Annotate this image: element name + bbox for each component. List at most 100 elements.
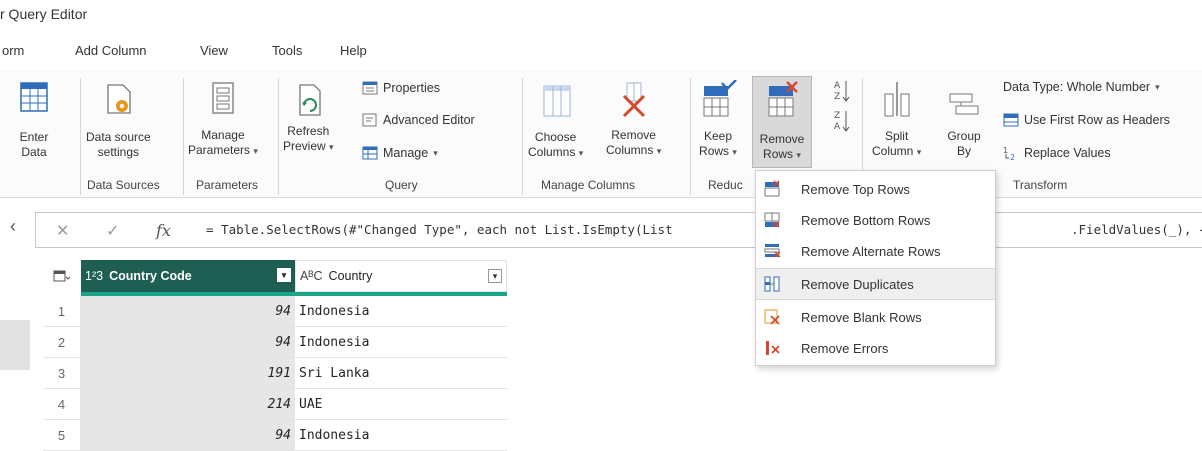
chevron-down-icon: ▾ (796, 150, 801, 160)
refresh-preview-button[interactable]: Refresh Preview ▾ (283, 82, 334, 155)
menu-item-remove-errors[interactable]: Remove Errors (756, 332, 995, 364)
manage-parameters-button[interactable]: Manage Parameters ▾ (188, 80, 258, 159)
use-first-row-label: Use First Row as Headers (1024, 113, 1170, 127)
queries-pane-strip (0, 320, 30, 370)
column-filter-icon[interactable]: ▾ (488, 269, 502, 283)
refresh-label-1: Refresh (287, 124, 330, 138)
group-transform: Transform (1013, 178, 1068, 192)
menu-add-column[interactable]: Add Column (75, 43, 147, 58)
group-query: Query (385, 178, 418, 192)
advanced-editor-label: Advanced Editor (383, 113, 475, 127)
formula-input-tail[interactable]: .FieldValues(_), {"", (1071, 222, 1202, 237)
svg-text:1: 1 (1003, 146, 1008, 155)
cell-country[interactable]: Indonesia (295, 327, 507, 358)
manage-parameters-label-1: Manage (201, 128, 245, 142)
column-name: Country (328, 269, 373, 283)
cell-country[interactable]: Indonesia (295, 296, 507, 327)
manage-label: Manage (383, 146, 429, 160)
keep-rows-label-1: Keep (703, 129, 733, 143)
data-source-label-2: settings (97, 145, 140, 159)
manage-parameters-label-2: Parameters (188, 143, 251, 157)
replace-values-label: Replace Values (1024, 146, 1111, 160)
data-source-label-1: Data source (86, 130, 151, 144)
group-by-button[interactable]: Group By (944, 80, 984, 159)
cell-country-code[interactable]: 191 (81, 358, 295, 389)
cancel-formula-icon[interactable]: ✕ (56, 221, 69, 241)
menu-item-remove-top-rows[interactable]: Remove Top Rows (756, 173, 995, 205)
split-column-button[interactable]: Split Column ▾ (872, 80, 921, 160)
group-parameters: Parameters (196, 178, 259, 192)
group-data-sources: Data Sources (87, 178, 160, 192)
whole-number-type-icon[interactable]: 1²3 (85, 269, 103, 283)
cell-country[interactable]: Indonesia (295, 420, 507, 451)
menu-item-label: Remove Errors (801, 340, 889, 356)
column-header-country-code[interactable]: 1²3 Country Code ▾ (81, 260, 295, 292)
group-by-label-1: Group (947, 129, 981, 143)
keep-rows-label-2: Rows (699, 144, 730, 158)
menu-item-label: Remove Bottom Rows (801, 212, 931, 228)
column-filter-icon[interactable]: ▾ (277, 268, 291, 282)
chevron-down-icon: ▾ (732, 147, 737, 157)
chevron-down-icon: ▾ (578, 148, 584, 158)
choose-columns-button[interactable]: Choose Columns ▾ (528, 82, 583, 161)
fx-icon[interactable]: fx (156, 221, 171, 240)
cell-country[interactable]: UAE (295, 389, 507, 420)
chevron-down-icon: ▾ (329, 142, 334, 152)
cell-country[interactable]: Sri Lanka (295, 358, 507, 389)
menu-tools[interactable]: Tools (272, 43, 302, 58)
cell-country-code[interactable]: 94 (81, 296, 295, 327)
menu-item-label: Remove Duplicates (801, 276, 914, 292)
ribbon-separator (278, 78, 279, 195)
ribbon-separator (80, 78, 81, 195)
ribbon-separator (183, 78, 184, 195)
data-type-dropdown[interactable]: Data Type: Whole Number ▾ (1003, 80, 1160, 94)
properties-button[interactable]: Properties (362, 80, 440, 96)
svg-text:Z: Z (834, 111, 840, 121)
keep-rows-button[interactable]: Keep Rows ▾ (696, 80, 740, 160)
menu-help[interactable]: Help (340, 43, 367, 58)
cell-country-code[interactable]: 214 (81, 389, 295, 420)
remove-errors-icon (766, 341, 780, 355)
collapse-queries-icon[interactable]: ‹ (10, 216, 16, 237)
text-type-icon[interactable]: AᴮC (300, 269, 323, 283)
svg-text:A: A (834, 122, 841, 132)
menu-item-remove-blank-rows[interactable]: Remove Blank Rows (756, 301, 995, 333)
ribbon-separator (690, 78, 691, 195)
cell-country-code[interactable]: 94 (81, 420, 295, 451)
advanced-editor-button[interactable]: Advanced Editor (362, 112, 475, 128)
svg-text:2: 2 (1010, 153, 1015, 161)
manage-button[interactable]: Manage ▾ (362, 145, 438, 161)
formula-input[interactable]: = Table.SelectRows(#"Changed Type", each… (206, 222, 673, 237)
remove-columns-button[interactable]: Remove Columns ▾ (606, 80, 661, 159)
commit-formula-icon[interactable]: ✓ (106, 221, 119, 241)
table-menu-icon[interactable] (43, 260, 81, 292)
data-source-settings-button[interactable]: Data source settings (86, 82, 151, 160)
column-header-country[interactable]: AᴮC Country ▾ (295, 260, 507, 292)
replace-values-icon: 12 (1003, 146, 1015, 161)
row-number: 1 (43, 296, 81, 327)
menu-item-label: Remove Top Rows (801, 181, 910, 197)
menu-transform[interactable]: orm (2, 43, 24, 58)
advanced-editor-icon (362, 113, 377, 127)
menu-item-remove-duplicates[interactable]: Remove Duplicates (756, 268, 995, 300)
sort-descending-icon[interactable]: Z A (832, 108, 852, 134)
remove-rows-dropdown: Remove Top Rows Remove Bottom Rows Remov… (755, 170, 996, 366)
choose-columns-label-1: Choose (534, 130, 577, 144)
replace-values-button[interactable]: 12 Replace Values (1003, 145, 1111, 161)
properties-label: Properties (383, 81, 440, 95)
remove-rows-button[interactable]: Remove Rows ▾ (752, 76, 812, 168)
table-icon (20, 82, 48, 112)
use-first-row-button[interactable]: Use First Row as Headers (1003, 112, 1170, 128)
menu-view[interactable]: View (200, 43, 228, 58)
enter-data-button[interactable]: Enter Data (18, 80, 50, 160)
sort-ascending-icon[interactable]: A Z (832, 78, 852, 104)
remove-rows-icon (768, 81, 798, 117)
row-number: 5 (43, 420, 81, 451)
menu-item-remove-bottom-rows[interactable]: Remove Bottom Rows (756, 204, 995, 236)
cell-country-code[interactable]: 94 (81, 327, 295, 358)
svg-text:Z: Z (834, 92, 840, 102)
chevron-down-icon: ▾ (433, 147, 438, 158)
menu-item-remove-alternate-rows[interactable]: Remove Alternate Rows (756, 235, 995, 267)
properties-icon (362, 81, 378, 95)
chevron-down-icon: ▾ (916, 147, 922, 157)
